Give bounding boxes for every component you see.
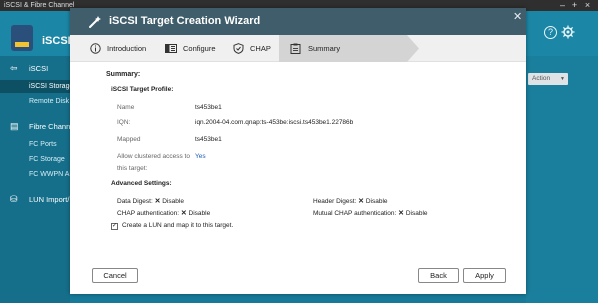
advanced-settings-heading: Advanced Settings: xyxy=(111,180,172,187)
apply-button[interactable]: Apply xyxy=(463,268,506,283)
sidebar: ⇦ iSCSI iSCSI Storage Remote Disk ▤ Fibr… xyxy=(0,56,91,303)
chap-auth-setting: CHAP authentication: ✕ Disable xyxy=(117,210,211,217)
help-icon[interactable]: ? xyxy=(544,26,557,39)
action-dropdown[interactable]: Action ▼ xyxy=(528,73,568,85)
header-digest-setting: Header Digest: ✕ Disable xyxy=(313,198,388,205)
fibre-channel-icon: ▤ xyxy=(10,121,19,131)
sidebar-item-remote-disk[interactable]: Remote Disk xyxy=(0,95,70,108)
iscsi-arrow-icon: ⇦ xyxy=(10,63,18,73)
disabled-x-icon: ✕ xyxy=(358,198,365,205)
target-profile-heading: iSCSI Target Profile: xyxy=(111,86,174,93)
cluster-access-label-line2: this target: xyxy=(117,165,148,172)
create-lun-checkbox[interactable]: ✓ xyxy=(111,223,118,230)
name-value: ts453be1 xyxy=(195,104,222,111)
info-icon xyxy=(90,43,101,54)
dialog-close-icon[interactable]: ✕ xyxy=(513,12,522,23)
configure-icon xyxy=(165,44,177,53)
sidebar-item-iscsi-storage[interactable]: iSCSI Storage xyxy=(0,80,70,93)
settings-gear-icon[interactable] xyxy=(561,25,575,39)
sidebar-item-fc-wwpn-aliases[interactable]: FC WWPN Aliases xyxy=(0,168,70,181)
disabled-x-icon: ✕ xyxy=(398,210,405,217)
cancel-button[interactable]: Cancel xyxy=(92,268,138,283)
shield-check-icon xyxy=(233,43,244,54)
right-panel xyxy=(526,56,598,303)
mapped-value: ts453be1 xyxy=(195,136,222,143)
chevron-down-icon: ▼ xyxy=(560,76,565,82)
wizard-steps: Introduction Configure CHAP Summary xyxy=(70,35,526,62)
mutual-chap-auth-setting: Mutual CHAP authentication: ✕ Disable xyxy=(313,210,428,217)
dialog-title: iSCSI Target Creation Wizard xyxy=(109,15,261,27)
iqn-label: IQN: xyxy=(117,119,131,126)
wizard-dialog: iSCSI Target Creation Wizard ✕ Introduct… xyxy=(70,8,526,294)
app-title: iSCSI xyxy=(42,35,71,47)
disabled-x-icon: ✕ xyxy=(180,210,187,217)
close-window-icon[interactable]: × xyxy=(582,0,593,11)
back-button[interactable]: Back xyxy=(418,268,459,283)
dialog-header: iSCSI Target Creation Wizard ✕ xyxy=(70,8,526,35)
mapped-label: Mapped xyxy=(117,136,141,143)
cluster-access-label-line1: Allow clustered access to xyxy=(117,153,190,160)
magic-wand-icon xyxy=(89,16,101,28)
maximize-icon[interactable]: + xyxy=(569,0,580,11)
sidebar-item-fc-storage[interactable]: FC Storage xyxy=(0,153,70,166)
name-label: Name xyxy=(117,104,135,111)
clipboard-icon xyxy=(290,43,301,54)
sidebar-item-fc-ports[interactable]: FC Ports xyxy=(0,138,70,151)
app-logo xyxy=(11,25,33,51)
cluster-access-value: Yes xyxy=(195,153,206,160)
create-lun-label: Create a LUN and map it to this target. xyxy=(122,222,234,229)
database-icon: ⛁ xyxy=(10,194,18,204)
minimize-icon[interactable]: – xyxy=(557,0,568,11)
window-title: iSCSI & Fibre Channel xyxy=(4,2,75,9)
disabled-x-icon: ✕ xyxy=(154,198,161,205)
iqn-value: iqn.2004-04.com.qnap:ts-453be:iscsi.ts45… xyxy=(195,119,354,126)
data-digest-setting: Data Digest: ✕ Disable xyxy=(117,198,184,205)
summary-heading: Summary: xyxy=(106,71,141,78)
